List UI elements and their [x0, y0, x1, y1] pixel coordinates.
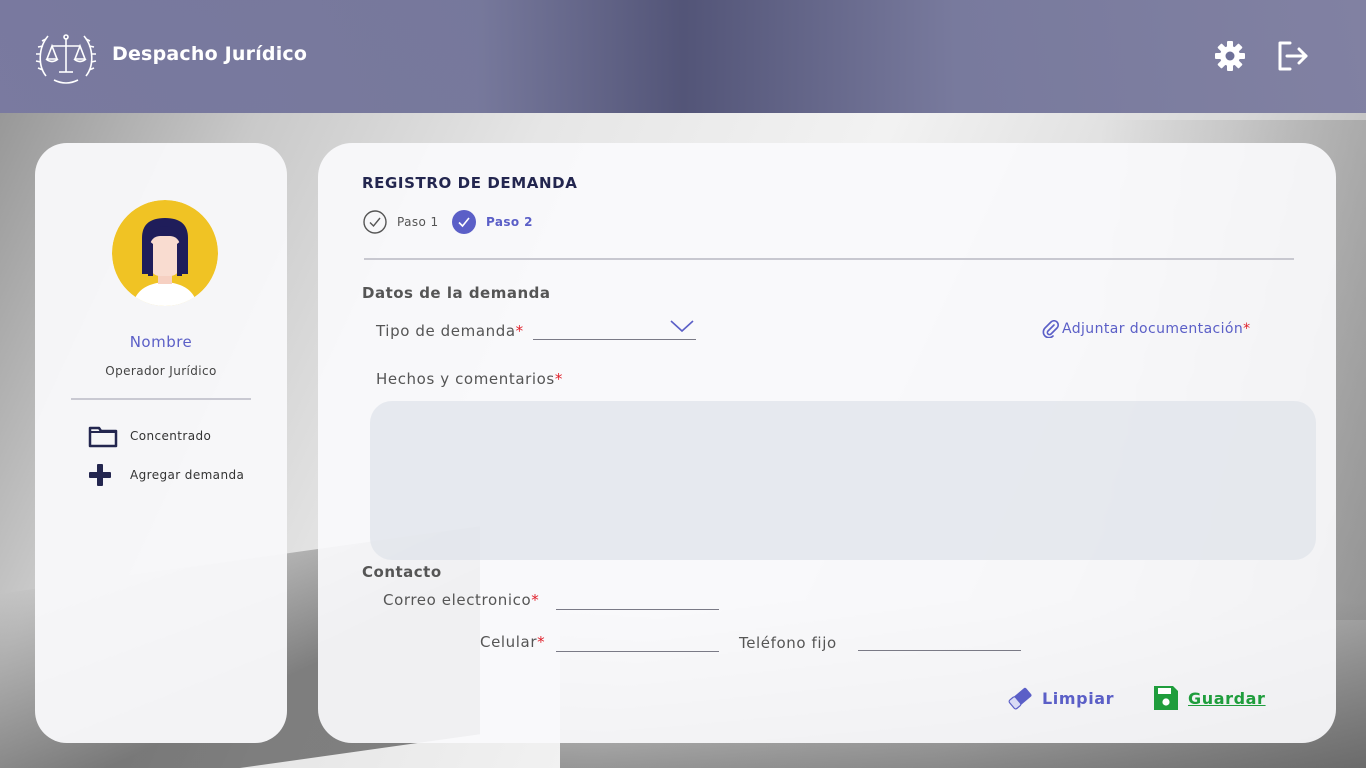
- form-divider: [364, 258, 1294, 260]
- attach-label: Adjuntar documentación: [1062, 321, 1244, 337]
- section-title-datos: Datos de la demanda: [362, 284, 551, 302]
- hechos-label: Hechos y comentarios*: [376, 370, 563, 388]
- paperclip-icon: [1042, 320, 1060, 338]
- step-label: Paso 2: [486, 215, 533, 229]
- page-title: REGISTRO DE DEMANDA: [362, 174, 578, 192]
- scales-of-justice-laurel-icon: [35, 34, 97, 84]
- user-name: Nombre: [129, 333, 193, 351]
- gear-icon[interactable]: [1212, 38, 1248, 74]
- step-1[interactable]: Paso 1: [363, 210, 439, 234]
- step-label: Paso 1: [397, 215, 439, 229]
- telefono-input[interactable]: [858, 631, 1021, 651]
- floppy-disk-icon: [1154, 686, 1178, 710]
- user-role: Operador Jurídico: [105, 364, 217, 378]
- folder-icon: [88, 422, 120, 450]
- logout-icon[interactable]: [1274, 38, 1310, 74]
- sidebar-item-agregar-demanda[interactable]: Agregar demanda: [88, 461, 244, 489]
- required-mark: *: [1243, 321, 1251, 337]
- clear-label: Limpiar: [1042, 688, 1115, 708]
- sidebar: Nombre Operador Jurídico Concentrado Agr…: [35, 143, 287, 743]
- attach-documents-link[interactable]: Adjuntar documentación *: [1042, 320, 1251, 338]
- sidebar-divider: [71, 398, 251, 400]
- correo-label: Correo electronico*: [383, 591, 540, 609]
- hechos-textarea[interactable]: [370, 401, 1316, 560]
- clear-button[interactable]: Limpiar: [1006, 684, 1114, 712]
- plus-icon: [88, 461, 120, 489]
- check-circle-icon: [452, 210, 476, 234]
- correo-input[interactable]: [556, 590, 719, 610]
- brand-name: Despacho Jurídico: [112, 43, 308, 65]
- save-label: Guardar: [1188, 688, 1266, 708]
- app-header: Despacho Jurídico: [0, 0, 1366, 113]
- check-circle-icon: [363, 210, 387, 234]
- sidebar-item-label: Agregar demanda: [130, 468, 245, 482]
- save-button[interactable]: Guardar: [1152, 684, 1266, 712]
- form-card: REGISTRO DE DEMANDA Paso 1 Paso 2 Datos …: [318, 143, 1336, 743]
- celular-input[interactable]: [556, 632, 719, 652]
- step-2[interactable]: Paso 2: [452, 210, 533, 234]
- tipo-demanda-label: Tipo de demanda*: [376, 322, 524, 340]
- telefono-label: Teléfono fijo: [739, 634, 837, 652]
- celular-label: Celular*: [480, 633, 546, 651]
- sidebar-item-label: Concentrado: [130, 429, 212, 443]
- user-avatar: [112, 200, 218, 306]
- sidebar-item-concentrado[interactable]: Concentrado: [88, 422, 211, 450]
- section-title-contacto: Contacto: [362, 563, 442, 581]
- eraser-icon: [1008, 687, 1032, 710]
- tipo-demanda-select[interactable]: [533, 318, 696, 340]
- chevron-down-icon: [670, 320, 694, 333]
